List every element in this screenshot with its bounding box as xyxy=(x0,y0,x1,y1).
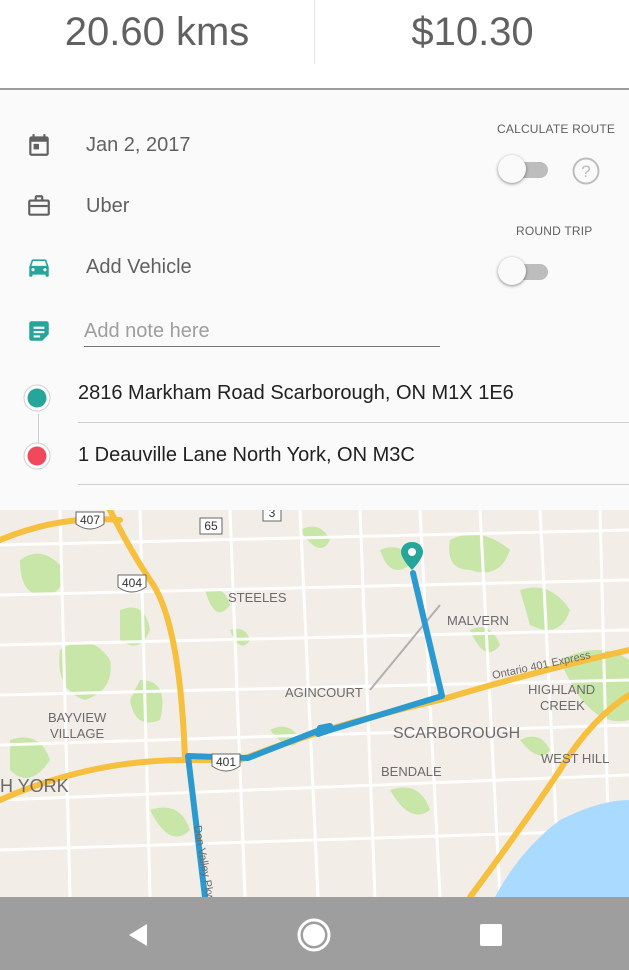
svg-text:407: 407 xyxy=(80,513,100,527)
back-icon xyxy=(129,924,147,946)
help-circle-icon[interactable]: ? xyxy=(572,157,600,185)
end-location-dot-icon xyxy=(23,442,51,470)
calculate-route-toggle[interactable] xyxy=(498,154,550,184)
car-icon xyxy=(29,259,49,277)
start-location-dot-icon xyxy=(23,384,51,412)
calculate-route-label: CALCULATE ROUTE xyxy=(497,122,616,136)
shield-404: 404 xyxy=(117,574,147,593)
recents-icon xyxy=(480,924,502,946)
recents-button[interactable] xyxy=(471,915,511,955)
map-streets xyxy=(0,510,629,897)
round-trip-thumb xyxy=(498,257,526,285)
round-trip-label: ROUND TRIP xyxy=(516,224,593,238)
map-label-malvern: MALVERN xyxy=(447,613,509,628)
svg-text:65: 65 xyxy=(204,519,218,533)
shield-65: 65 xyxy=(199,517,223,535)
shield-3: 3 xyxy=(262,510,282,522)
note-icon xyxy=(29,321,49,341)
back-button[interactable] xyxy=(118,915,158,955)
round-trip-toggle[interactable] xyxy=(498,256,550,286)
start-address: 2816 Markham Road Scarborough, ON M1X 1E… xyxy=(78,382,514,404)
map-label-don-valley: Don Valley Pkwy xyxy=(191,824,217,897)
shield-401: 401 xyxy=(211,753,241,772)
home-button[interactable] xyxy=(294,915,334,955)
calendar-icon xyxy=(29,134,49,156)
svg-text:401: 401 xyxy=(216,755,236,769)
map-label-north-york: H YORK xyxy=(0,776,69,796)
svg-text:404: 404 xyxy=(122,576,142,590)
note-input[interactable] xyxy=(84,316,440,347)
map-label-agincourt: AGINCOURT xyxy=(285,685,363,700)
map-label-scarborough: SCARBOROUGH xyxy=(393,725,520,742)
category-value: Uber xyxy=(86,194,130,217)
distance-value: 20.60 kms xyxy=(64,9,250,54)
vehicle-value: Add Vehicle xyxy=(86,255,192,278)
summary-divider xyxy=(314,0,315,64)
map-label-bayview-village: BAYVIEW VILLAGE xyxy=(48,710,107,741)
trip-form: Jan 2, 2017 Uber Add Vehicle CALCULATE R… xyxy=(0,90,629,510)
end-location-row[interactable]: 1 Deauville Lane North York, ON M3C xyxy=(0,424,629,485)
date-value: Jan 2, 2017 xyxy=(86,133,191,156)
lake-water xyxy=(495,800,629,897)
cost-value: $10.30 xyxy=(411,9,534,54)
svg-text:?: ? xyxy=(581,162,590,181)
map-label-west-hill: WEST HILL xyxy=(541,751,609,766)
start-divider xyxy=(78,422,629,423)
map-canvas: 407 404 401 65 3 STEELES MALVERN AGINCOU… xyxy=(0,510,629,897)
end-address: 1 Deauville Lane North York, ON M3C xyxy=(78,444,415,466)
end-divider xyxy=(78,484,629,485)
map-label-bendale: BENDALE xyxy=(381,764,442,779)
shield-407: 407 xyxy=(75,511,105,530)
route-map[interactable]: 407 404 401 65 3 STEELES MALVERN AGINCOU… xyxy=(0,510,629,897)
map-label-steeles: STEELES xyxy=(228,590,287,605)
system-nav-bar xyxy=(0,897,629,970)
start-location-row[interactable]: 2816 Markham Road Scarborough, ON M1X 1E… xyxy=(0,362,629,423)
briefcase-icon xyxy=(28,195,50,216)
home-icon xyxy=(297,918,331,952)
calculate-route-thumb xyxy=(498,155,526,183)
svg-text:3: 3 xyxy=(269,510,276,520)
trip-summary: 20.60 kms $10.30 xyxy=(0,0,629,90)
